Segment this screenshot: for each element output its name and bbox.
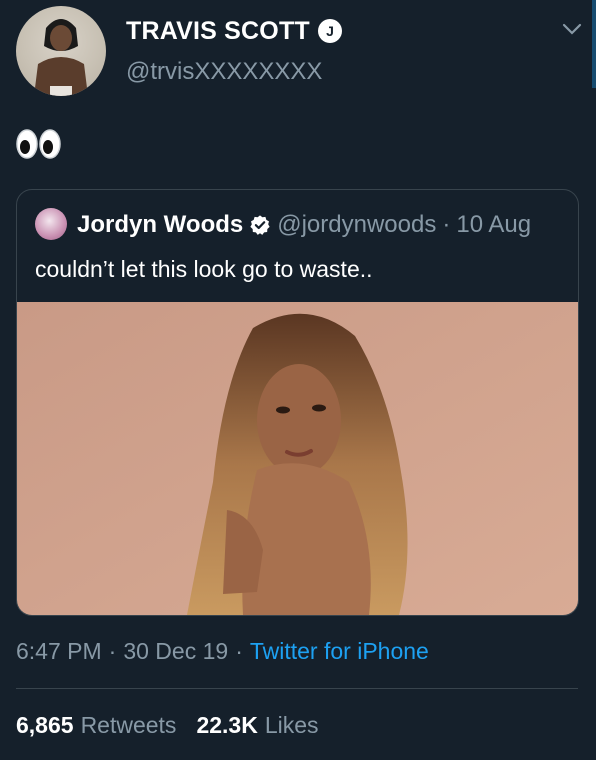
quoted-tweet-header: Jordyn Woods @jordynwoods · 10 Aug — [77, 208, 531, 242]
quoted-tweet-photo[interactable] — [17, 302, 578, 615]
divider — [16, 688, 578, 689]
quoted-tweet-date[interactable]: 10 Aug — [456, 211, 531, 239]
retweets-label[interactable]: Retweets — [81, 712, 177, 739]
author-handle[interactable]: @trvisXXXXXXXX — [126, 58, 322, 86]
likes-label[interactable]: Likes — [265, 712, 319, 739]
chevron-down-icon[interactable] — [562, 22, 582, 36]
author-display-name[interactable]: TRAVIS SCOTT — [126, 17, 310, 46]
tweet-stats-row: 6,865 Retweets 22.3K Likes — [16, 712, 319, 739]
eyes-emoji-icon — [16, 128, 62, 160]
quoted-tweet-text: couldn’t let this look go to waste.. — [35, 256, 373, 282]
quoted-tweet-card[interactable]: Jordyn Woods @jordynwoods · 10 Aug could… — [16, 189, 579, 616]
author-name-row: TRAVIS SCOTT J — [126, 14, 342, 48]
avatar-photo — [34, 19, 88, 96]
separator-dot: · — [442, 211, 451, 238]
author-avatar[interactable] — [16, 6, 106, 96]
tweet-date[interactable]: 30 Dec 19 — [123, 638, 228, 665]
badge-letter: J — [326, 23, 334, 39]
jack-badge-icon: J — [317, 19, 342, 43]
tweet-meta-row: 6:47 PM · 30 Dec 19 · Twitter for iPhone — [16, 638, 429, 665]
quoted-author-avatar[interactable] — [35, 208, 67, 240]
quoted-author-handle[interactable]: @jordynwoods — [277, 211, 436, 239]
separator-dot: · — [108, 638, 117, 664]
likes-count[interactable]: 22.3K — [196, 712, 257, 739]
tweet-source-link[interactable]: Twitter for iPhone — [250, 638, 429, 665]
retweets-count[interactable]: 6,865 — [16, 712, 74, 739]
separator-dot: · — [235, 638, 243, 664]
quoted-author-name[interactable]: Jordyn Woods — [77, 211, 243, 239]
verified-badge-icon — [250, 215, 270, 235]
tweet-time[interactable]: 6:47 PM — [16, 638, 102, 665]
scrollbar[interactable] — [592, 0, 596, 88]
